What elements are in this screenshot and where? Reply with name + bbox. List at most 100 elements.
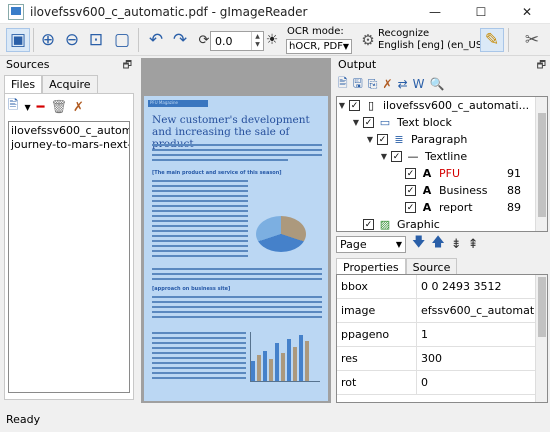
table-row[interactable]: res 300	[337, 347, 547, 371]
table-row[interactable]: bbox 0 0 2493 3512	[337, 275, 547, 299]
tree-label: Paragraph	[411, 133, 468, 146]
tree-row-graphic[interactable]: ✓ ▨ Graphic	[337, 216, 547, 231]
search-icon[interactable]: 🔍	[430, 77, 445, 91]
chevron-down-icon: ▼	[395, 239, 402, 249]
property-key: res	[337, 347, 417, 370]
tab-files[interactable]: Files	[4, 75, 43, 93]
list-item[interactable]: ilovefssv600_c_automatic.pdf	[11, 124, 129, 138]
minimize-button[interactable]: —	[412, 0, 458, 24]
checkbox[interactable]: ✓	[363, 117, 374, 128]
chevron-down-icon[interactable]: ▼	[379, 152, 389, 161]
collapse-all-icon[interactable]: ⇞	[468, 237, 479, 252]
save-icon[interactable]: 🖫	[353, 74, 363, 95]
property-key: ppageno	[337, 323, 417, 346]
remove-icon[interactable]: ━	[37, 100, 45, 115]
arrow-down-icon[interactable]: 🡇	[412, 233, 425, 255]
word-text: report	[439, 201, 473, 214]
chevron-down-icon[interactable]: ▼	[365, 135, 375, 144]
expand-all-icon[interactable]: ⇟	[451, 237, 462, 252]
chevron-down-icon[interactable]: ▼	[337, 101, 347, 110]
document-view[interactable]: PFU Magazine New customer's development …	[141, 58, 331, 403]
checkbox[interactable]: ✓	[391, 151, 402, 162]
hocr-tree: ▼ ✓ ▯ ilovefssv600_c_automati... ▼ ✓ ▭ T…	[336, 96, 548, 232]
output-title: Output	[338, 58, 377, 71]
float-panel-icon[interactable]: 🗗	[123, 58, 132, 75]
property-value[interactable]: 1	[417, 328, 535, 341]
tree-row-paragraph[interactable]: ▼ ✓ ≣ Paragraph	[337, 131, 547, 148]
checkbox[interactable]: ✓	[405, 185, 416, 196]
zoom-out-icon[interactable]: ⊖	[60, 28, 84, 52]
arrow-up-icon[interactable]: 🡅	[431, 233, 444, 255]
recognize-icon[interactable]: ⚙	[356, 28, 380, 52]
float-panel-icon[interactable]: 🗗	[537, 58, 546, 75]
zoom-in-icon[interactable]: ⊕	[36, 28, 60, 52]
word-confidence: 88	[507, 184, 521, 197]
property-key: image	[337, 299, 417, 322]
property-value[interactable]: 0 0 2493 3512	[417, 280, 535, 293]
table-row[interactable]: rot 0	[337, 371, 547, 395]
zoom-original-icon[interactable]: ▢	[110, 28, 134, 52]
tree-label: Textline	[425, 150, 468, 163]
delete-file-icon[interactable]: 🗑	[50, 100, 67, 115]
chevron-down-icon[interactable]: ▼	[351, 118, 361, 127]
word-confidence-icon[interactable]: W	[413, 77, 425, 91]
checkbox[interactable]: ✓	[405, 168, 416, 179]
settings-tools-icon[interactable]: ✂	[520, 28, 544, 52]
navigation-target-select[interactable]: Page ▼	[336, 235, 406, 253]
property-value[interactable]: efssv600_c_automatic.pdf	[417, 304, 535, 317]
clear-list-icon[interactable]: ✗	[73, 100, 84, 115]
graphic-icon: ▨	[379, 218, 391, 231]
navigation-bar: Page ▼ 🡇 🡅 ⇟ ⇞	[336, 234, 548, 254]
selection-overlay	[144, 96, 328, 401]
export-icon[interactable]: ⎘	[368, 77, 378, 92]
properties-table: bbox 0 0 2493 3512 image efssv600_c_auto…	[336, 274, 548, 403]
checkbox[interactable]: ✓	[349, 100, 360, 111]
tree-row-textline[interactable]: ▼ ✓ — Textline	[337, 148, 547, 165]
output-panel: Output 🗗 🖹 🖫 ⎘ ✗ ⇄ W 🔍 ▼ ✓ ▯ ilovefssv60…	[336, 58, 548, 403]
chevron-down-icon[interactable]: ▼	[24, 103, 30, 112]
tree-label: ilovefssv600_c_automati...	[383, 99, 530, 112]
tab-acquire[interactable]: Acquire	[42, 75, 98, 93]
tree-row-document[interactable]: ▼ ✓ ▯ ilovefssv600_c_automati...	[337, 97, 547, 114]
maximize-button[interactable]: ☐	[458, 0, 504, 24]
tree-row-word[interactable]: ✓ A PFU 91	[337, 165, 547, 182]
open-file-icon[interactable]: 🖹	[8, 96, 18, 118]
document-page[interactable]: PFU Magazine New customer's development …	[144, 96, 328, 401]
tree-row-word[interactable]: ✓ A report 89	[337, 199, 547, 216]
checkbox[interactable]: ✓	[405, 202, 416, 213]
table-row[interactable]: ppageno 1	[337, 323, 547, 347]
sources-panel-icon[interactable]: ▣	[6, 28, 30, 52]
rotate-right-icon[interactable]: ↷	[168, 28, 192, 52]
open-hocr-icon[interactable]: 🖹	[338, 74, 348, 95]
properties-scrollbar[interactable]	[535, 275, 547, 402]
list-item[interactable]: journey-to-mars-next-steps.pdf	[11, 138, 129, 152]
file-list: ilovefssv600_c_automatic.pdf journey-to-…	[8, 121, 130, 393]
recognize-button[interactable]: Recognize English [eng] (en_US)	[378, 28, 486, 52]
rotate-left-icon[interactable]: ↶	[144, 28, 168, 52]
find-replace-icon[interactable]: ⇄	[398, 77, 408, 91]
status-bar: Ready	[0, 408, 550, 432]
table-row[interactable]: image efssv600_c_automatic.pdf	[337, 299, 547, 323]
close-button[interactable]: ✕	[504, 0, 550, 24]
zoom-fit-icon[interactable]: ⊡	[84, 28, 108, 52]
word-text: PFU	[439, 167, 461, 180]
tree-label: Text block	[397, 116, 452, 129]
property-key: bbox	[337, 275, 417, 298]
ocr-mode-select[interactable]: hOCR, PDF ▼	[286, 39, 352, 54]
rotation-spinbox[interactable]: 0.0 ▲ ▼	[210, 31, 264, 51]
tree-label: Graphic	[397, 218, 440, 231]
tree-scrollbar[interactable]	[535, 97, 547, 231]
tree-row-text-block[interactable]: ▼ ✓ ▭ Text block	[337, 114, 547, 131]
checkbox[interactable]: ✓	[363, 219, 374, 230]
checkbox[interactable]: ✓	[377, 134, 388, 145]
text-block-icon: ▭	[379, 116, 391, 129]
sources-title: Sources	[6, 58, 50, 71]
property-value[interactable]: 300	[417, 352, 535, 365]
output-panel-icon[interactable]: ✎	[480, 28, 504, 52]
recognize-label: Recognize	[378, 28, 430, 39]
tree-row-word[interactable]: ✓ A Business 88	[337, 182, 547, 199]
clear-output-icon[interactable]: ✗	[383, 77, 393, 91]
recognize-language: English [eng] (en_US)	[378, 40, 487, 51]
property-value[interactable]: 0	[417, 376, 535, 389]
image-controls-icon[interactable]: ☀	[260, 28, 284, 52]
